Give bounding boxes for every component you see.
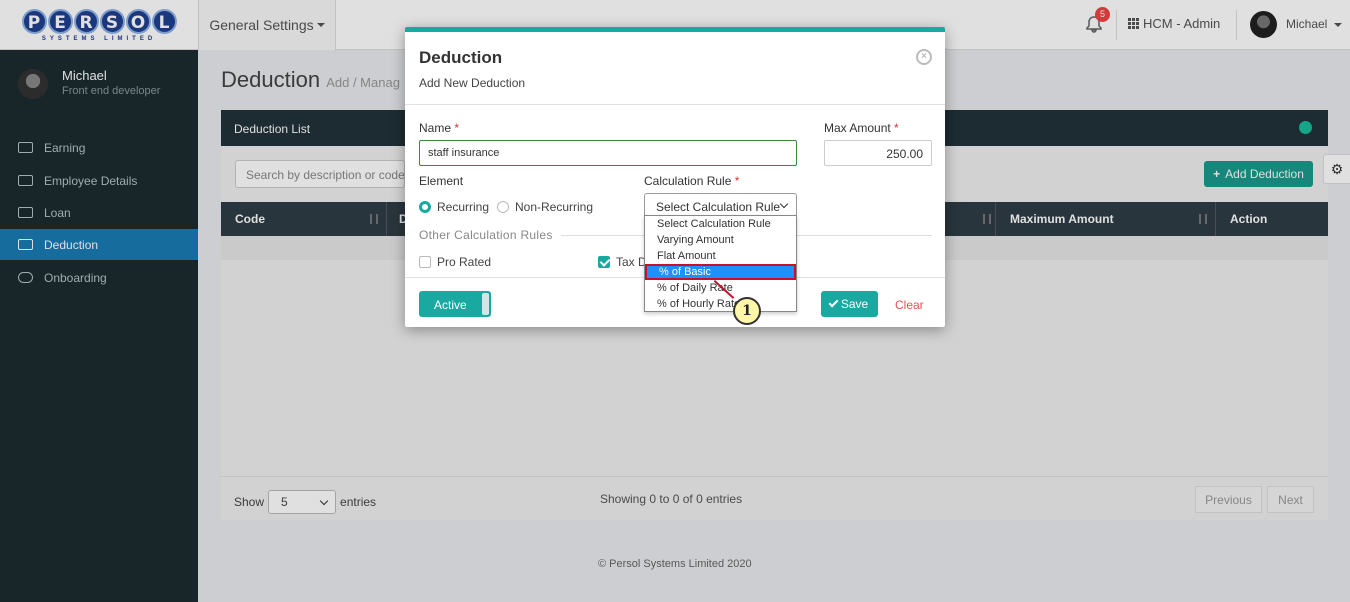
non-recurring-radio[interactable]: Non-Recurring (497, 200, 593, 214)
checkbox-unchecked-icon (419, 256, 431, 268)
calculation-rule-label: Calculation Rule * (644, 174, 740, 188)
option-percent-of-hourly-rate[interactable]: % of Hourly Rate (645, 296, 796, 312)
close-icon[interactable]: × (916, 49, 932, 65)
tax-deductible-checkbox[interactable]: Tax D (598, 255, 647, 269)
max-amount-label: Max Amount * (824, 121, 899, 135)
recurring-radio[interactable]: Recurring (419, 200, 489, 214)
radio-checked-icon (419, 201, 431, 213)
other-calculation-rules-label: Other Calculation Rules (419, 228, 553, 242)
name-label: Name * (419, 121, 460, 135)
radio-unchecked-icon (497, 201, 509, 213)
max-amount-input[interactable]: 250.00 (824, 140, 932, 166)
option-flat-amount[interactable]: Flat Amount (645, 248, 796, 264)
option-percent-of-basic[interactable]: % of Basic (645, 264, 796, 280)
step-callout: 1 (733, 297, 761, 325)
option-varying-amount[interactable]: Varying Amount (645, 232, 796, 248)
modal-subtitle: Add New Deduction (419, 76, 526, 90)
pro-rated-checkbox[interactable]: Pro Rated (419, 255, 491, 269)
active-toggle[interactable]: Active (419, 291, 491, 317)
element-label: Element (419, 174, 464, 188)
modal-title: Deduction (419, 48, 503, 67)
calculation-rule-dropdown: Select Calculation Rule Varying Amount F… (644, 215, 797, 312)
divider (405, 104, 945, 105)
checkbox-checked-icon (598, 256, 610, 268)
option-select-calculation-rule[interactable]: Select Calculation Rule (645, 216, 796, 232)
clear-button[interactable]: Clear (895, 298, 924, 312)
save-button[interactable]: Save (821, 291, 878, 317)
name-input[interactable]: staff insurance (419, 140, 797, 166)
check-icon (828, 297, 839, 308)
chevron-down-icon (779, 199, 789, 209)
